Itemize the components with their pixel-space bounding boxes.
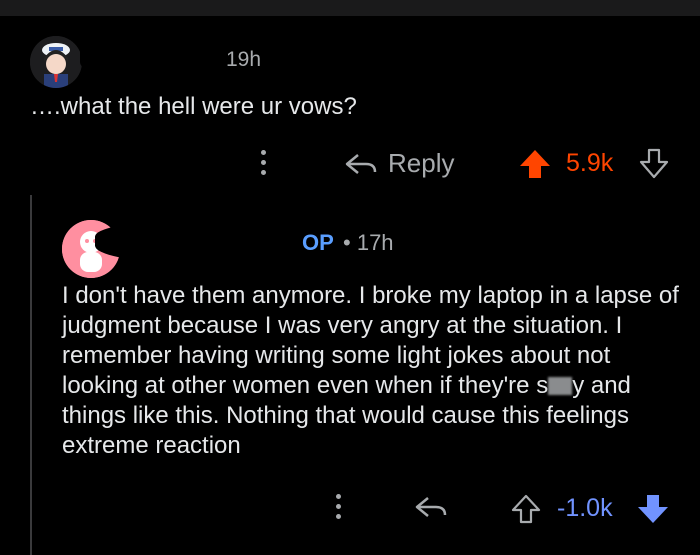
more-options-icon[interactable]: [336, 494, 342, 524]
vote-score: -1.0k: [557, 494, 613, 522]
censored-blur: [548, 377, 573, 395]
redacted-username: [95, 222, 295, 262]
reply-arrow-icon: [345, 153, 377, 174]
redacted-username: [80, 36, 230, 80]
top-bar: [0, 0, 700, 16]
thread-line[interactable]: [30, 195, 32, 555]
downvote-icon[interactable]: [638, 148, 670, 180]
reply-arrow-icon[interactable]: [414, 495, 448, 519]
reply-label: Reply: [388, 148, 455, 178]
more-options-icon[interactable]: [261, 150, 267, 180]
upvote-icon[interactable]: [510, 493, 542, 525]
upvote-icon[interactable]: [518, 148, 552, 180]
downvote-icon[interactable]: [636, 493, 670, 525]
op-badge: OP: [302, 230, 334, 255]
comment-time: 17h: [356, 230, 394, 255]
user-avatar[interactable]: [30, 36, 82, 88]
comment-body: ….what the hell were ur vows?: [30, 93, 357, 120]
meta-separator: •: [343, 230, 351, 255]
comment-meta: • 17h: [343, 230, 394, 256]
comment-time: 19h: [226, 48, 262, 71]
vote-score: 5.9k: [566, 149, 614, 177]
comment-body: I don't have them anymore. I broke my la…: [62, 281, 682, 461]
reply-button[interactable]: Reply: [344, 148, 454, 179]
